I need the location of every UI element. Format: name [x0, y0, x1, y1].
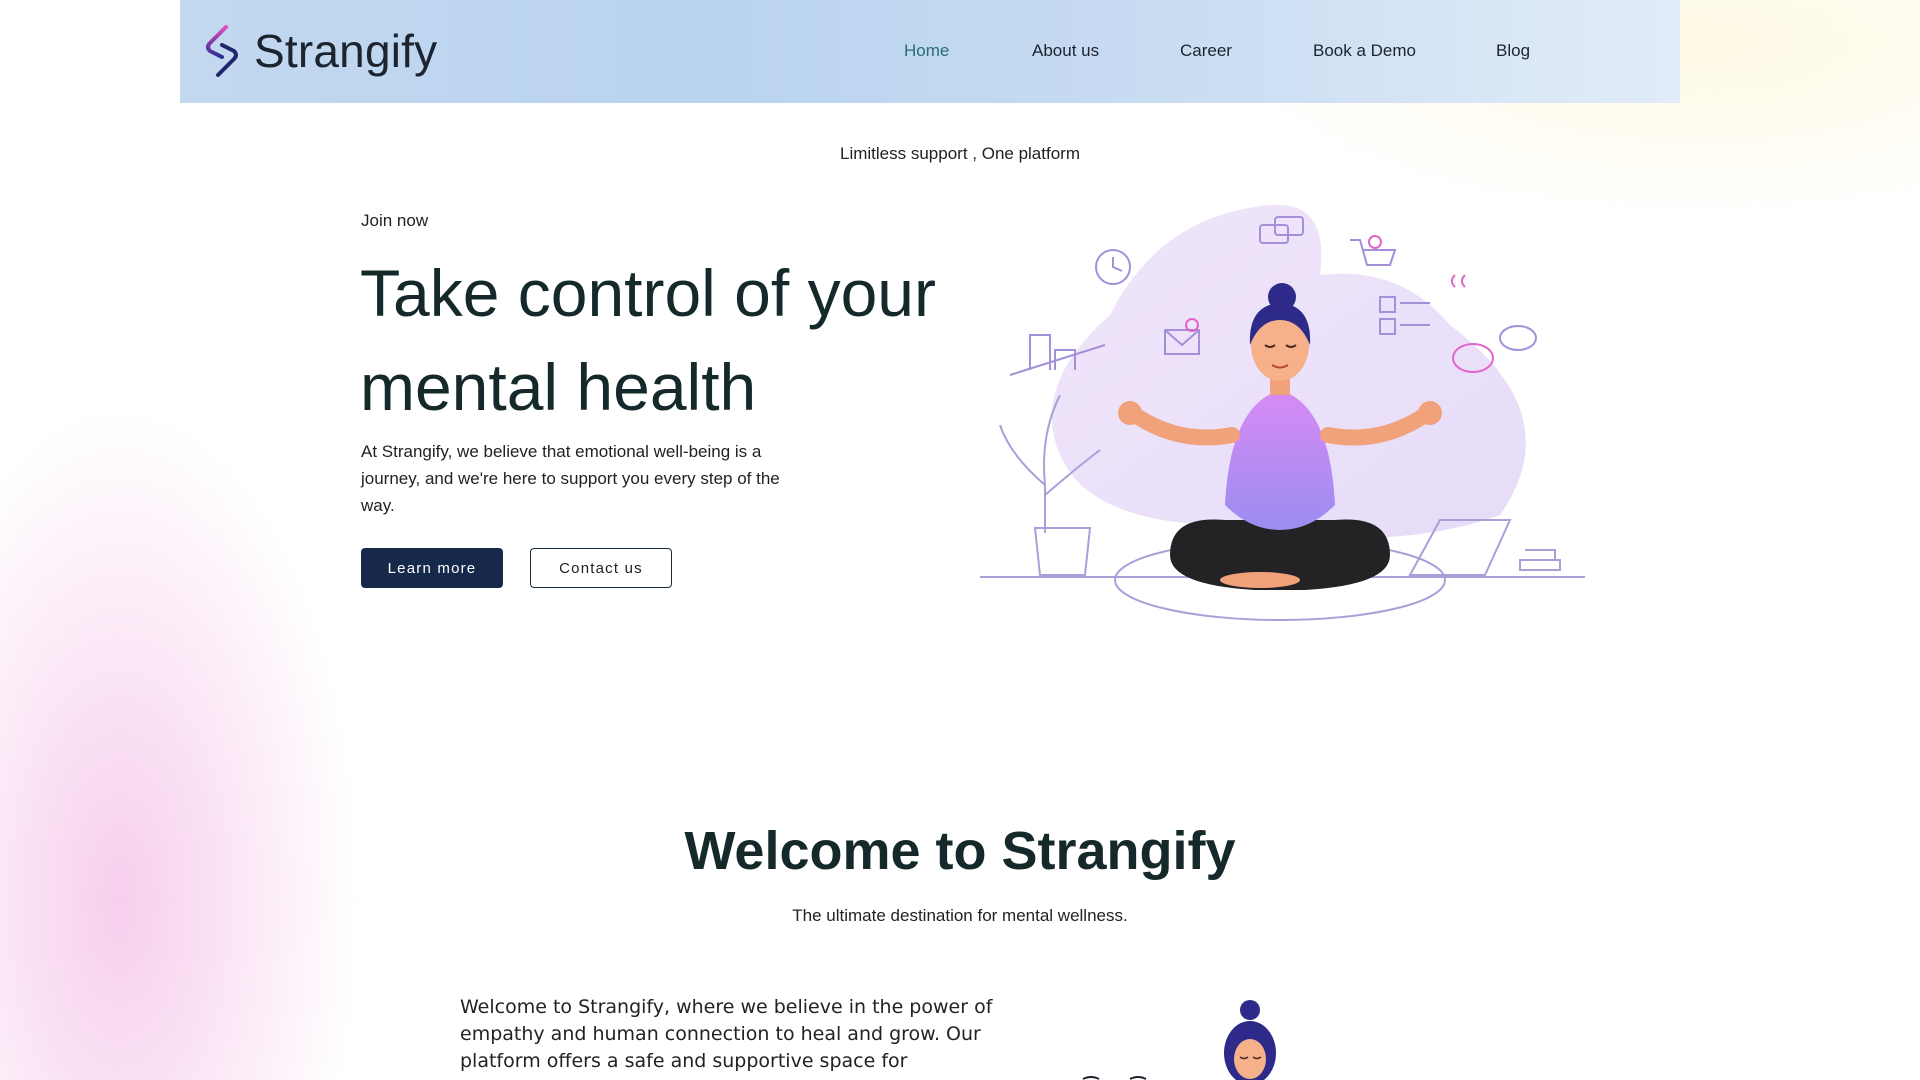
contact-us-button[interactable]: Contact us [530, 548, 672, 588]
brand-logo[interactable]: Strangify [202, 24, 437, 78]
woman-avatar-illustration [1082, 1000, 1276, 1080]
nav-link-career[interactable]: Career [1180, 41, 1232, 61]
books-icon [1519, 549, 1561, 571]
hero-title: Take control of your mental health [360, 256, 936, 424]
learn-more-button[interactable]: Learn more [361, 548, 503, 588]
nav-link-book-a-demo[interactable]: Book a Demo [1313, 41, 1416, 61]
welcome-subtitle: The ultimate destination for mental well… [792, 906, 1128, 925]
cart-icon [1350, 239, 1397, 266]
quote-icon [1451, 274, 1466, 288]
nav-link-blog[interactable]: Blog [1496, 41, 1530, 61]
brand-name: Strangify [254, 25, 438, 77]
hero-description: At Strangify, we believe that emotional … [361, 442, 780, 515]
nav-link-about-us[interactable]: About us [1032, 41, 1099, 61]
welcome-body-text: Welcome to Strangify, where we believe i… [460, 996, 993, 1080]
clock-hands [1112, 257, 1123, 272]
hero-tagline: Limitless support , One platform [840, 144, 1080, 163]
join-now-text: Join now [361, 211, 429, 230]
strangify-logo-icon [206, 25, 238, 77]
welcome-title: Welcome to Strangify [684, 821, 1236, 881]
nav-link-home[interactable]: Home [904, 41, 949, 61]
meditating-woman-illustration [980, 204, 1585, 621]
